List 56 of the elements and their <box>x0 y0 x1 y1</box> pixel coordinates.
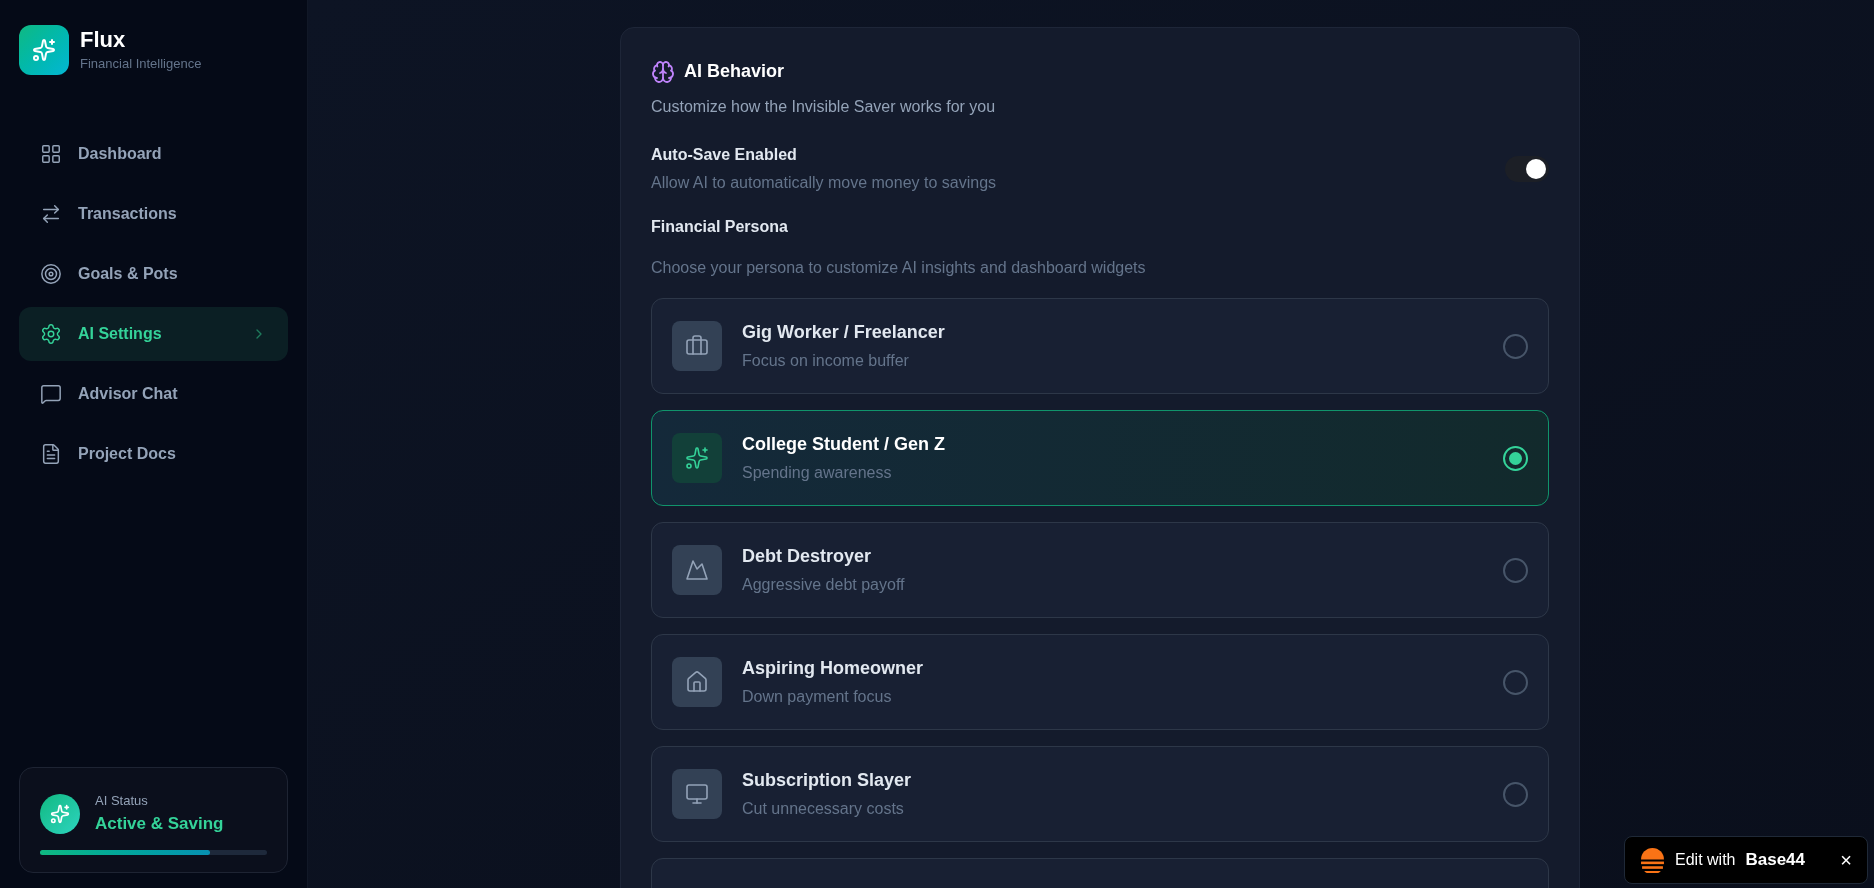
chat-bubble-icon <box>40 383 62 405</box>
sparkles-icon <box>32 38 56 62</box>
grid-icon <box>40 143 62 165</box>
nav-item[interactable]: AI Settings <box>19 307 288 361</box>
persona-description: Spending awareness <box>742 463 893 483</box>
nav-item[interactable]: Dashboard <box>19 127 288 181</box>
persona-title: Debt Destroyer <box>742 545 873 568</box>
arrows-icon <box>40 203 62 225</box>
close-button[interactable]: × <box>1840 850 1852 870</box>
radio-button[interactable] <box>1503 445 1528 471</box>
persona-option[interactable]: Subscription Slayer Cut unnecessary costs <box>651 746 1549 842</box>
logo-icon <box>1640 847 1665 873</box>
persona-description: Down payment focus <box>742 687 893 707</box>
toggle-switch[interactable] <box>1505 156 1549 182</box>
persona-description: Aggressive debt payoff <box>742 575 906 595</box>
sparkles-icon <box>50 803 70 824</box>
brand-name: Flux <box>80 26 127 55</box>
setting-description: Allow AI to automatically move money to savings <box>651 173 998 193</box>
persona-option[interactable]: Debt Destroyer Aggressive debt payoff <box>651 522 1549 618</box>
briefcase-icon <box>685 334 709 358</box>
sparkles-icon <box>685 446 709 470</box>
nav-item[interactable]: Transactions <box>19 187 288 241</box>
persona-title: Subscription Slayer <box>742 769 913 792</box>
brand-tagline: Financial Intelligence <box>80 55 202 74</box>
card-title: AI Behavior <box>684 60 785 83</box>
document-icon <box>40 443 62 465</box>
section-hint: Choose your persona to customize AI insights and dashboard widgets <box>651 258 1147 278</box>
radio-button[interactable] <box>1503 333 1528 359</box>
status-value: Active & Saving <box>95 812 224 835</box>
nav-item[interactable]: Advisor Chat <box>19 367 288 421</box>
persona-description: Focus on income buffer <box>742 351 910 371</box>
persona-title: Gig Worker / Freelancer <box>742 321 946 344</box>
settings-icon <box>40 323 62 345</box>
setting-label: Auto-Save Enabled <box>651 145 798 165</box>
badge-text: Edit with <box>1675 850 1736 870</box>
badge-brand: Base44 <box>1745 849 1806 872</box>
persona-title: College Student / Gen Z <box>742 433 946 456</box>
radio-button[interactable] <box>1503 557 1528 583</box>
radio-button[interactable] <box>1503 781 1528 807</box>
card-subtitle: Customize how the Invisible Saver works for you <box>651 97 997 117</box>
nav-item[interactable]: Goals & Pots <box>19 247 288 301</box>
mountain-icon <box>685 558 709 582</box>
persona-option[interactable]: Gig Worker / Freelancer Focus on income buffer <box>651 298 1549 394</box>
radio-button[interactable] <box>1503 669 1528 695</box>
status-label: AI Status <box>95 792 149 810</box>
house-icon <box>685 670 709 694</box>
target-icon <box>40 263 62 285</box>
monitor-icon <box>685 782 709 806</box>
section-heading: Financial Persona <box>651 217 789 237</box>
persona-option[interactable]: College Student / Gen Z Spending awareness <box>651 410 1549 506</box>
nav-item[interactable]: Project Docs <box>19 427 288 481</box>
persona-option[interactable]: Aspiring Homeowner Down payment focus <box>651 634 1549 730</box>
persona-title: Aspiring Homeowner <box>742 657 925 680</box>
brain-icon <box>651 59 675 84</box>
persona-description: Cut unnecessary costs <box>742 799 905 819</box>
edit-badge[interactable]: Edit with Base44 × <box>1624 836 1868 884</box>
